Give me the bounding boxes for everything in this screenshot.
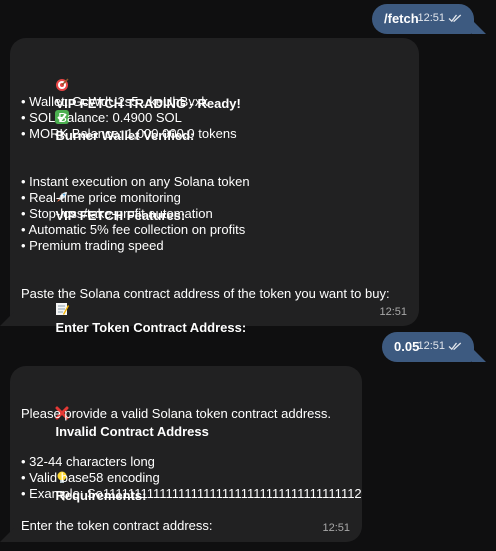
bubble-tail [0,312,14,326]
sol-balance-line: • SOL Balance: 0.4900 SOL [21,110,182,125]
bubble-tail [472,348,486,362]
requirement-item: • 32-44 characters long [21,454,155,469]
feature-item: • Instant execution on any Solana token [21,174,250,189]
requirement-item: • Example: So111111111111111111111111111… [21,486,362,501]
message-time: 12:51 [322,522,350,534]
double-check-icon [448,14,462,23]
feature-item: • Stop-loss/take-profit automation [21,206,213,221]
feature-item: • Automatic 5% fee collection on profits [21,222,246,237]
enter-address-text: Paste the Solana contract address of the… [21,286,390,301]
message-time: 12:51 [417,12,445,24]
outgoing-message-fetch[interactable]: /fetch 12:51 [372,4,474,34]
message-time: 12:51 [379,306,407,318]
requirement-item: • Valid base58 encoding [21,470,160,485]
prompt-text: Enter the token contract address: [21,518,213,533]
enter-address-heading: Enter Token Contract Address: [55,320,247,335]
double-check-icon [448,342,462,351]
feature-item: • Real-time price monitoring [21,190,181,205]
message-title: Invalid Contract Address [55,424,209,439]
incoming-message-vip-fetch[interactable]: VIP FETCH TRADING - Ready! Burner Wallet… [10,38,419,335]
bubble-tail [472,20,486,34]
mork-balance-line: • MORK Balance: 1,000,000.0 tokens [21,126,237,141]
outgoing-message-amount[interactable]: 0.05 12:51 [382,332,474,362]
error-message: Please provide a valid Solana token cont… [21,406,332,421]
message-time: 12:51 [417,340,445,352]
incoming-message-invalid-address[interactable]: Invalid Contract Address Please provide … [10,366,362,542]
feature-item: • Premium trading speed [21,238,164,253]
